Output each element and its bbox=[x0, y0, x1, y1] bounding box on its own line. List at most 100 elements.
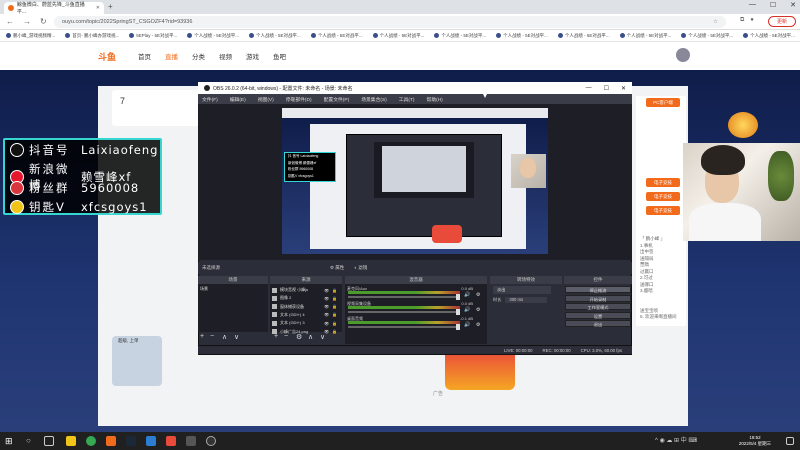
bookmark-item[interactable]: 个人战绩 - 5E对战平... bbox=[681, 33, 733, 39]
source-settings-icon[interactable]: ⚙ bbox=[296, 333, 302, 341]
app-icon-blue[interactable] bbox=[146, 436, 156, 446]
add-source-icon[interactable]: + bbox=[274, 333, 278, 340]
visibility-eye-icon[interactable]: 👁 bbox=[324, 321, 329, 326]
obs-taskbar-icon[interactable] bbox=[206, 436, 216, 446]
remove-scene-icon[interactable]: − bbox=[210, 333, 214, 340]
control-button-4[interactable]: 退出 bbox=[565, 320, 631, 327]
visibility-eye-icon[interactable]: 👁 bbox=[324, 312, 329, 317]
app-icon-red[interactable] bbox=[166, 436, 176, 446]
steam-icon[interactable] bbox=[126, 436, 136, 446]
obs-minimize-icon[interactable]: — bbox=[586, 85, 592, 92]
douyu-app-icon[interactable] bbox=[106, 436, 116, 446]
esports-button-3[interactable]: 电子竞技 bbox=[646, 206, 680, 215]
obs-menu-item[interactable]: 视图(V) bbox=[258, 96, 274, 103]
taskbar-clock[interactable]: 18:52 2022/5/4 星期三 bbox=[730, 435, 780, 447]
visibility-eye-icon[interactable]: 👁 bbox=[324, 304, 329, 309]
volume-slider[interactable] bbox=[348, 309, 460, 315]
site-logo[interactable]: 斗鱼 bbox=[98, 50, 116, 63]
search-icon[interactable]: ○ bbox=[26, 436, 36, 446]
source-item[interactable]: 文本 (GDI+) 4 👁 🔒 bbox=[272, 311, 337, 319]
back-icon[interactable]: ← bbox=[6, 17, 14, 26]
extensions-icon[interactable]: ⧉ bbox=[740, 17, 744, 24]
esports-button-1[interactable]: 电子竞技 bbox=[646, 178, 680, 187]
remove-source-icon[interactable]: − bbox=[284, 333, 288, 340]
lock-icon[interactable]: 🔒 bbox=[332, 312, 337, 317]
maximize-icon[interactable]: ☐ bbox=[770, 1, 776, 9]
control-button-1[interactable]: 开始录制 bbox=[565, 294, 631, 302]
lock-icon[interactable]: 🔒 bbox=[332, 321, 337, 326]
obs-menu-item[interactable]: 停靠部件(D) bbox=[286, 96, 312, 103]
source-item[interactable]: 文本 (GDI+) 3 👁 🔒 bbox=[272, 319, 337, 327]
site-nav-5[interactable]: 鱼吧 bbox=[273, 51, 286, 61]
close-tab-icon[interactable]: ✕ bbox=[96, 5, 100, 11]
file-explorer-icon[interactable] bbox=[66, 436, 76, 446]
site-nav-2[interactable]: 分类 bbox=[192, 51, 205, 61]
close-window-icon[interactable]: ✕ bbox=[790, 1, 796, 9]
visibility-eye-icon[interactable]: 👁 bbox=[324, 296, 329, 301]
source-up-icon[interactable]: ∧ bbox=[308, 333, 313, 341]
mixer-settings-icon[interactable]: ⚙ bbox=[476, 292, 480, 298]
volume-slider-handle[interactable] bbox=[456, 294, 460, 300]
control-button-2[interactable]: 工作室模式 bbox=[565, 303, 631, 310]
obs-menu-item[interactable]: 文件(F) bbox=[202, 96, 218, 103]
bookmark-item[interactable]: 首页- 鹏小峰办游戏视... bbox=[65, 33, 119, 39]
reload-icon[interactable]: ↻ bbox=[40, 17, 47, 26]
site-nav-0[interactable]: 首页 bbox=[138, 51, 151, 61]
volume-slider[interactable] bbox=[348, 324, 460, 330]
site-nav-3[interactable]: 视频 bbox=[219, 51, 232, 61]
volume-slider-handle[interactable] bbox=[456, 309, 460, 315]
obs-menu-item[interactable]: 配置文件(P) bbox=[324, 96, 350, 103]
lock-icon[interactable]: 🔒 bbox=[332, 304, 337, 309]
lock-icon[interactable]: 🔒 bbox=[332, 296, 337, 301]
notification-icon[interactable] bbox=[786, 437, 794, 445]
source-item[interactable]: 模块音视 小峰ju 👁 🔒 bbox=[272, 286, 337, 294]
system-tray[interactable]: ^ ◉ ☁ ⊞ 中 ⌨ bbox=[655, 435, 697, 444]
bookmark-item[interactable]: 个人战绩 - 5E对战平... bbox=[619, 33, 671, 39]
control-button-0[interactable]: 停止推流 bbox=[565, 286, 631, 293]
profile-icon[interactable]: ● bbox=[750, 17, 754, 24]
update-button[interactable]: 更新 bbox=[768, 16, 796, 27]
minimize-icon[interactable]: — bbox=[749, 1, 756, 9]
lock-icon[interactable]: 🔒 bbox=[332, 329, 337, 334]
scene-down-icon[interactable]: ∨ bbox=[234, 333, 239, 341]
app-icon-gray[interactable] bbox=[186, 436, 196, 446]
source-item[interactable]: 图像 2 👁 🔒 bbox=[272, 294, 337, 302]
speaker-icon[interactable]: 🔊 bbox=[464, 292, 470, 298]
obs-menu-item[interactable]: 帮助(H) bbox=[427, 96, 443, 103]
filters-button[interactable]: ◐ 滤镜 bbox=[354, 265, 367, 271]
bookmark-item[interactable]: 个人战绩 - 5E对战平... bbox=[557, 33, 610, 39]
browser-tab[interactable]: 鲸鱼微白、蔚蓝先锋_斗鱼直播平... ✕ bbox=[4, 2, 104, 15]
bookmark-item[interactable]: 个人战绩 - 5E对战平... bbox=[372, 33, 424, 39]
bookmark-item[interactable]: 个人战绩 - 5E对战平... bbox=[743, 33, 795, 39]
volume-slider[interactable] bbox=[348, 294, 460, 300]
transition-select[interactable]: 淡出 bbox=[493, 286, 551, 294]
site-nav-1[interactable]: 直播 bbox=[165, 51, 178, 61]
obs-close-icon[interactable]: ✕ bbox=[621, 85, 626, 92]
mixer-settings-icon[interactable]: ⚙ bbox=[476, 322, 480, 328]
windows-start-icon[interactable]: ⊞ bbox=[5, 436, 13, 447]
bookmark-item[interactable]: 鹏小峰_游戏视频精... bbox=[6, 33, 55, 39]
scene-up-icon[interactable]: ∧ bbox=[222, 333, 227, 341]
properties-button[interactable]: ⚙ 属性 bbox=[330, 265, 344, 271]
scene-item[interactable]: 场景 bbox=[200, 285, 208, 293]
bookmark-item[interactable]: 个人战绩 - 5E对战平... bbox=[434, 33, 486, 39]
bookmark-star-icon[interactable]: ☆ bbox=[713, 19, 718, 25]
source-item[interactable]: 窗体捕获设备 👁 🔒 bbox=[272, 303, 337, 311]
bookmark-item[interactable]: 个人战绩 - 5E对战平... bbox=[187, 33, 239, 39]
mixer-settings-icon[interactable]: ⚙ bbox=[476, 307, 480, 313]
user-avatar[interactable] bbox=[676, 48, 690, 62]
site-nav-4[interactable]: 游戏 bbox=[246, 51, 259, 61]
new-tab-icon[interactable]: + bbox=[108, 2, 113, 11]
bookmark-item[interactable]: 个人战绩 - 5E对战平... bbox=[310, 33, 363, 39]
add-scene-icon[interactable]: + bbox=[200, 333, 204, 340]
obs-maximize-icon[interactable]: ☐ bbox=[604, 85, 609, 92]
chrome-icon[interactable] bbox=[86, 436, 96, 446]
obs-menu-item[interactable]: 工具(T) bbox=[399, 96, 415, 103]
bookmark-item[interactable]: 个人战绩 - 5E对战平... bbox=[249, 33, 301, 39]
volume-slider-handle[interactable] bbox=[456, 324, 460, 330]
speaker-icon[interactable]: 🔊 bbox=[464, 307, 470, 313]
visibility-eye-icon[interactable]: 👁 bbox=[324, 288, 329, 293]
obs-menu-item[interactable]: 编辑(E) bbox=[230, 96, 246, 103]
task-view-icon[interactable] bbox=[44, 436, 54, 446]
lock-icon[interactable]: 🔒 bbox=[332, 288, 337, 293]
